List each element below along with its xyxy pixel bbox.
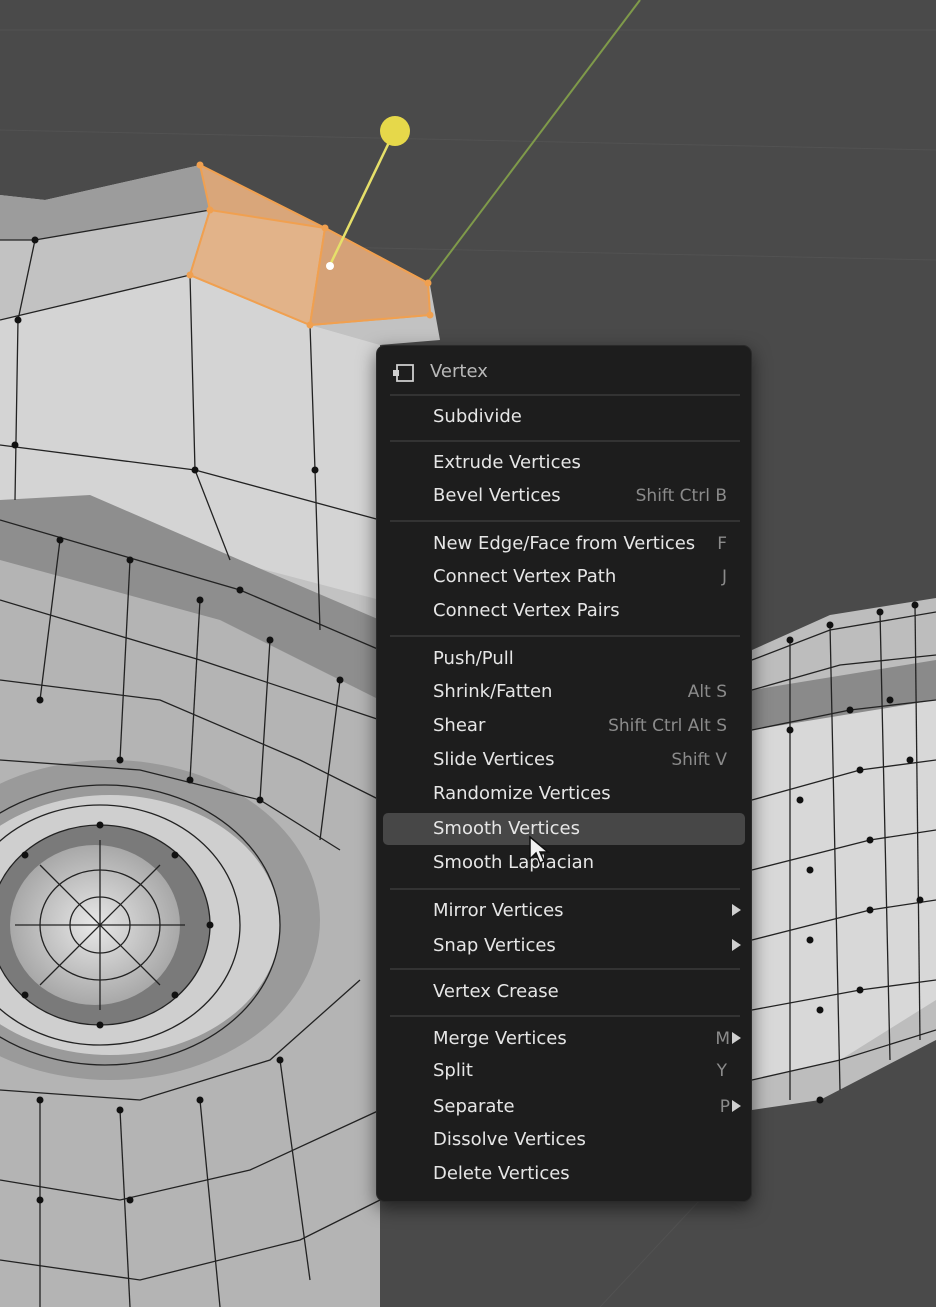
menu-item-label: Split	[433, 1060, 473, 1081]
y-axis-line	[427, 0, 641, 283]
menu-item-label: Delete Vertices	[433, 1163, 570, 1184]
menu-item-smooth-laplacian[interactable]: Smooth Laplacian	[383, 847, 745, 879]
menu-item-vertex-crease[interactable]: Vertex Crease	[383, 976, 745, 1008]
menu-item-shortcut: Y	[716, 1061, 727, 1081]
menu-item-label: Connect Vertex Pairs	[433, 600, 620, 621]
menu-item-label: Separate	[433, 1096, 515, 1117]
menu-item-subdivide[interactable]: Subdivide	[383, 401, 745, 433]
menu-item-shortcut: Alt S	[687, 682, 727, 702]
menu-item-snap-vertices[interactable]: Snap Vertices	[383, 930, 745, 962]
menu-item-bevel-vertices[interactable]: Bevel Vertices Shift Ctrl B	[383, 480, 745, 512]
menu-separator	[390, 635, 740, 637]
menu-item-delete-vertices[interactable]: Delete Vertices	[383, 1158, 745, 1190]
submenu-arrow-icon	[732, 939, 741, 951]
menu-item-shortcut: F	[717, 534, 727, 554]
menu-separator	[390, 888, 740, 890]
menu-item-label: Connect Vertex Path	[433, 566, 617, 587]
menu-item-label: Bevel Vertices	[433, 485, 561, 506]
menu-item-slide-vertices[interactable]: Slide Vertices Shift V	[383, 744, 745, 776]
menu-item-label: Snap Vertices	[433, 935, 556, 956]
menu-item-label: Vertex Crease	[433, 981, 559, 1002]
gizmo-handle	[380, 116, 410, 146]
menu-item-shortcut: Shift V	[671, 750, 727, 770]
menu-item-label: Extrude Vertices	[433, 452, 581, 473]
menu-separator	[390, 1015, 740, 1017]
menu-item-mirror-vertices[interactable]: Mirror Vertices	[383, 895, 745, 927]
menu-item-label: Slide Vertices	[433, 749, 555, 770]
menu-item-merge-vertices[interactable]: Merge Vertices M	[383, 1023, 745, 1055]
menu-item-smooth-vertices[interactable]: Smooth Vertices	[383, 813, 745, 845]
mouse-cursor-icon	[529, 835, 550, 865]
menu-item-shrink-fatten[interactable]: Shrink/Fatten Alt S	[383, 676, 745, 708]
menu-item-label: Dissolve Vertices	[433, 1129, 586, 1150]
menu-item-randomize-vertices[interactable]: Randomize Vertices	[383, 778, 745, 810]
menu-separator	[390, 440, 740, 442]
menu-item-label: Smooth Laplacian	[433, 852, 595, 873]
menu-separator	[390, 394, 740, 396]
menu-item-separate[interactable]: Separate P	[383, 1091, 745, 1123]
menu-item-label: Shear	[433, 715, 486, 736]
menu-item-push-pull[interactable]: Push/Pull	[383, 643, 745, 675]
menu-item-label: Smooth Vertices	[433, 818, 580, 839]
menu-title: Vertex	[430, 361, 488, 382]
menu-item-connect-vertex-path[interactable]: Connect Vertex Path J	[383, 561, 745, 593]
menu-item-label: Push/Pull	[433, 648, 514, 669]
menu-item-shear[interactable]: Shear Shift Ctrl Alt S	[383, 710, 745, 742]
submenu-arrow-icon	[732, 1100, 741, 1112]
submenu-arrow-icon	[732, 904, 741, 916]
menu-separator	[390, 968, 740, 970]
normal-gizmo-line	[328, 131, 396, 266]
submenu-arrow-icon	[732, 1032, 741, 1044]
menu-item-extrude-vertices[interactable]: Extrude Vertices	[383, 447, 745, 479]
menu-header: Vertex	[377, 355, 751, 389]
vertex-context-menu: Vertex Subdivide Extrude Vertices Bevel Ve…	[376, 345, 752, 1202]
menu-item-label: Randomize Vertices	[433, 783, 611, 804]
menu-item-shortcut: M	[715, 1029, 730, 1049]
menu-item-shortcut: J	[721, 567, 727, 587]
menu-separator	[390, 520, 740, 522]
menu-item-split[interactable]: Split Y	[383, 1055, 745, 1087]
menu-item-new-edge-face-from-vertices[interactable]: New Edge/Face from Vertices F	[383, 528, 745, 560]
menu-item-label: Shrink/Fatten	[433, 681, 553, 702]
menu-item-dissolve-vertices[interactable]: Dissolve Vertices	[383, 1124, 745, 1156]
menu-item-label: Mirror Vertices	[433, 900, 564, 921]
vertex-select-icon	[393, 364, 414, 382]
menu-item-label: Subdivide	[433, 406, 522, 427]
menu-item-shortcut: P	[719, 1097, 730, 1117]
menu-item-label: New Edge/Face from Vertices	[433, 533, 696, 554]
menu-item-shortcut: Shift Ctrl Alt S	[608, 716, 727, 736]
menu-item-connect-vertex-pairs[interactable]: Connect Vertex Pairs	[383, 595, 745, 627]
menu-item-shortcut: Shift Ctrl B	[635, 486, 727, 506]
menu-item-label: Merge Vertices	[433, 1028, 567, 1049]
